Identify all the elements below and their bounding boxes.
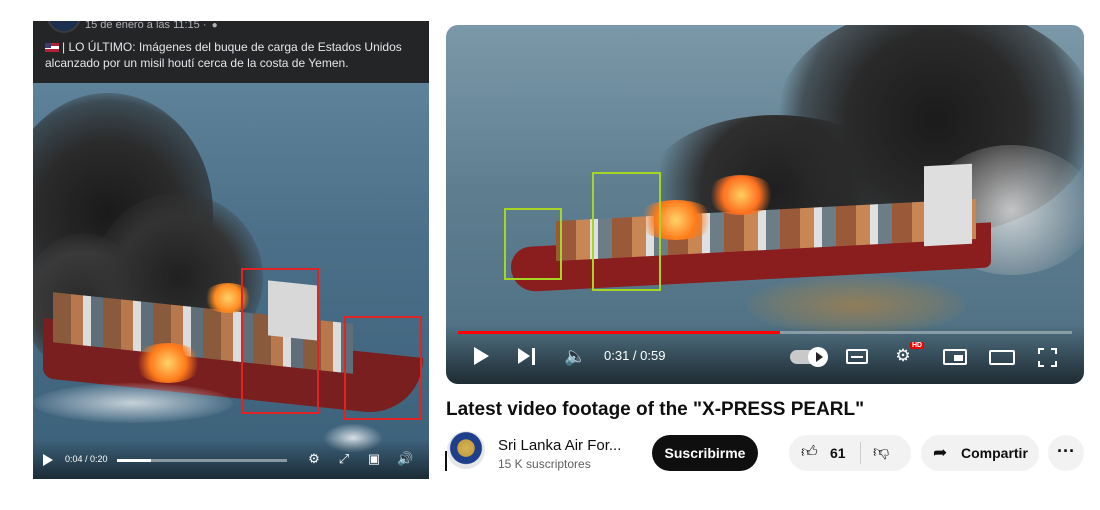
highlight-box-bow — [344, 316, 422, 420]
post-timestamp[interactable]: 15 de enero a las 11:15 · ● — [85, 21, 218, 31]
thumbs-down-icon[interactable]: 👎︎ — [873, 443, 893, 463]
autoplay-toggle[interactable] — [790, 347, 828, 367]
progress-fill — [117, 459, 151, 462]
channel-avatar[interactable] — [445, 431, 485, 471]
video-controls: 🔈 0:31 / 0:59 ⚙ HD — [446, 324, 1084, 384]
miniplayer-icon[interactable] — [943, 349, 967, 365]
fullscreen-icon[interactable] — [1038, 348, 1057, 367]
video-timecode: 0:04 / 0:20 — [65, 454, 108, 464]
video-progress-bar[interactable] — [458, 331, 1072, 334]
youtube-video-player[interactable]: 🔈 0:31 / 0:59 ⚙ HD — [446, 25, 1084, 384]
settings-gear-icon[interactable]: ⚙ — [892, 346, 914, 366]
post-text: | LO ÚLTIMO: Imágenes del buque de carga… — [45, 39, 417, 71]
post-body: | LO ÚLTIMO: Imágenes del buque de carga… — [45, 40, 402, 70]
share-button[interactable]: ➦ Compartir — [921, 435, 1039, 471]
timestamp-text: 15 de enero a las 11:15 · — [85, 21, 207, 31]
highlight-box-cargo — [241, 268, 319, 414]
volume-icon[interactable]: 🔈 — [564, 346, 586, 366]
facebook-post: 15 de enero a las 11:15 · ● | LO ÚLTIMO:… — [33, 21, 429, 479]
video-timecode: 0:31 / 0:59 — [604, 348, 666, 363]
video-controls: 0:04 / 0:20 ⚙ ⤢ ▣ 🔊 — [33, 439, 429, 479]
next-icon[interactable] — [518, 348, 536, 365]
avatar[interactable] — [47, 21, 81, 33]
progress-fill — [458, 331, 781, 334]
volume-icon[interactable]: 🔊 — [397, 451, 413, 467]
theater-mode-icon[interactable] — [989, 350, 1015, 365]
post-header: 15 de enero a las 11:15 · ● | LO ÚLTIMO:… — [33, 21, 429, 83]
share-arrow-icon: ➦ — [933, 443, 948, 462]
video-title: Latest video footage of the "X-PRESS PEA… — [446, 399, 865, 420]
picture-in-picture-icon[interactable]: ▣ — [366, 451, 382, 467]
highlight-box-cargo — [592, 172, 661, 291]
expand-icon[interactable]: ⤢ — [336, 451, 352, 467]
play-icon[interactable] — [474, 347, 489, 365]
play-icon[interactable] — [43, 454, 53, 466]
post-video[interactable]: 0:04 / 0:20 ⚙ ⤢ ▣ 🔊 — [33, 83, 429, 479]
like-dislike-group: 👍︎ 61 👎︎ — [789, 435, 911, 471]
highlight-box-bow — [504, 208, 562, 280]
more-actions-button[interactable]: ··· — [1048, 435, 1084, 471]
subscribe-button[interactable]: Suscribirme — [652, 435, 758, 471]
settings-gear-icon[interactable]: ⚙ — [306, 451, 322, 467]
hd-badge: HD — [910, 342, 925, 349]
subscriber-count: 15 K suscriptores — [498, 457, 591, 471]
channel-name[interactable]: Sri Lanka Air For... — [498, 437, 621, 454]
globe-icon: ● — [211, 21, 218, 31]
divider — [860, 442, 861, 464]
video-progress-bar[interactable] — [117, 459, 287, 462]
thumbs-up-icon[interactable]: 👍︎ — [801, 443, 821, 463]
like-count[interactable]: 61 — [830, 445, 846, 461]
share-label: Compartir — [961, 445, 1028, 461]
us-flag-icon — [45, 43, 59, 52]
subtitles-icon[interactable] — [846, 349, 868, 364]
